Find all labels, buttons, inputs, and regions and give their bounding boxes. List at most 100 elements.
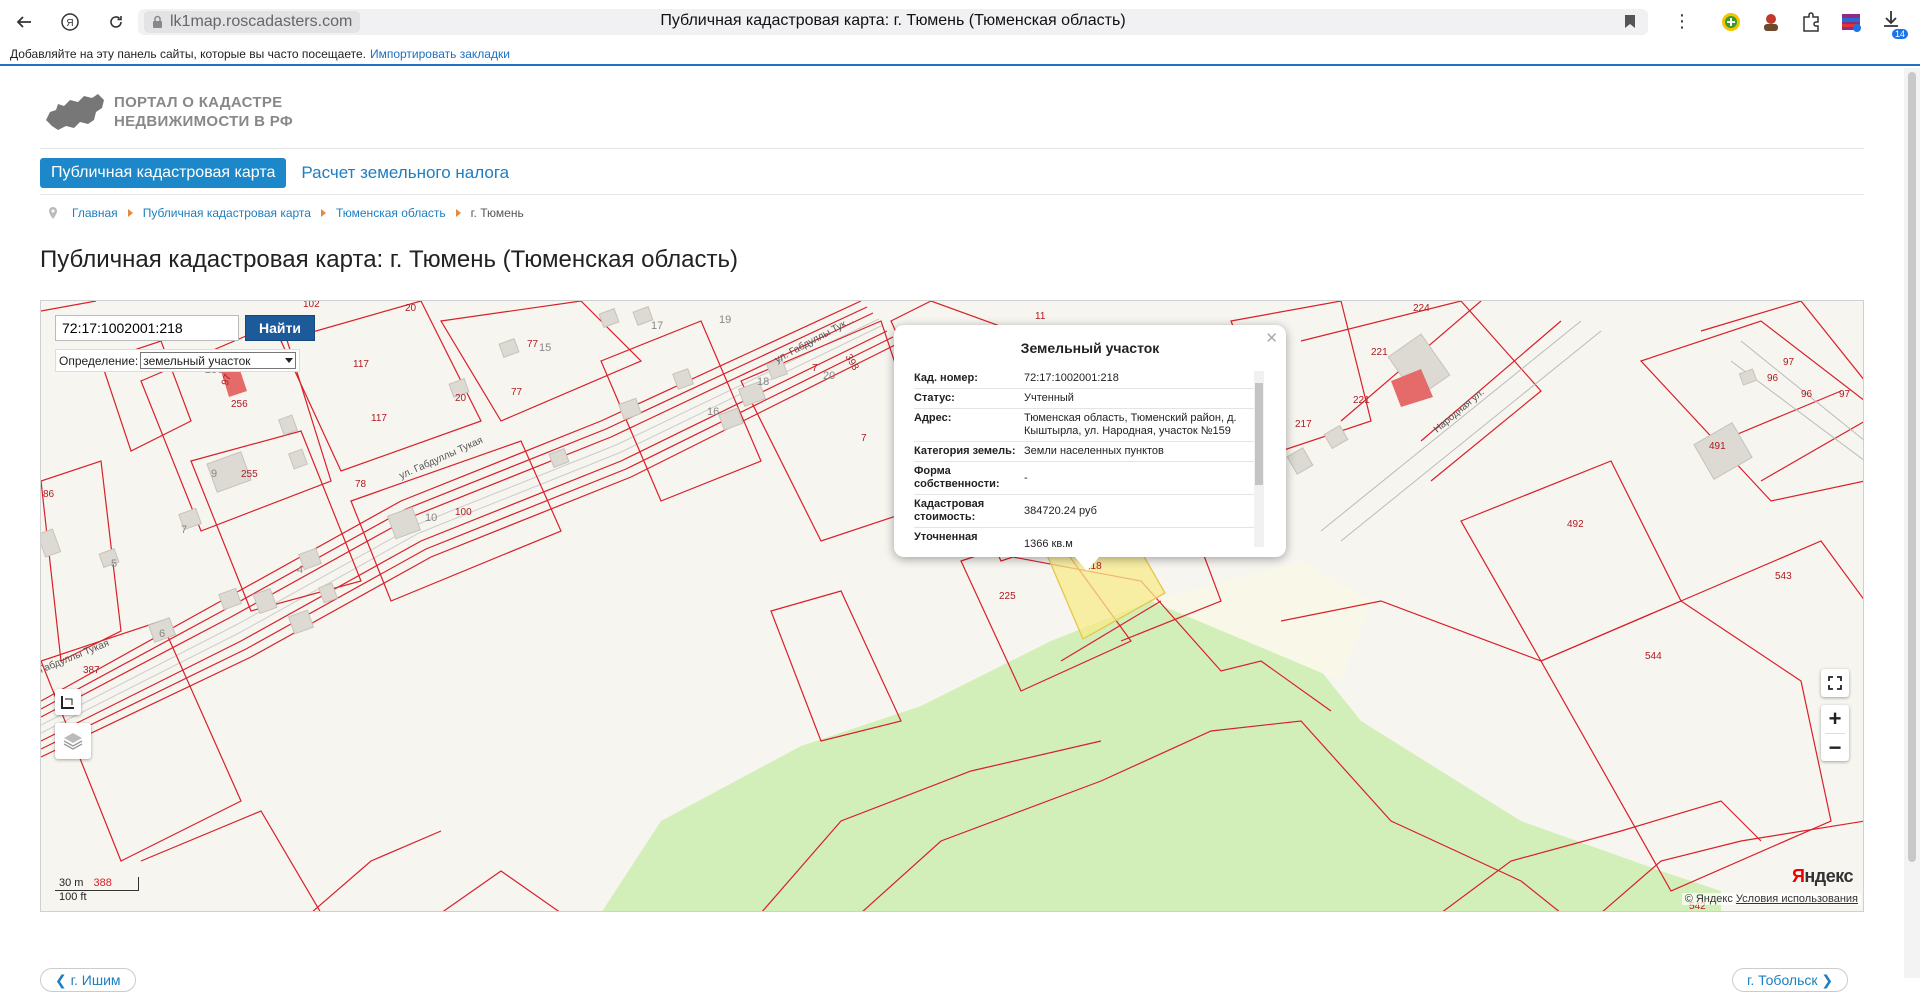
logo-line-1: ПОРТАЛ О КАДАСТРЕ	[114, 94, 283, 111]
page-scrollbar[interactable]	[1904, 68, 1920, 978]
parcel-label: 256	[231, 399, 248, 410]
breadcrumb-arrow-icon	[455, 209, 461, 217]
parcel-label: 78	[355, 479, 367, 490]
breadcrumb-region[interactable]: Тюменская область	[336, 206, 446, 220]
bookmark-icon[interactable]	[1624, 14, 1636, 29]
terms-link[interactable]: Условия использования	[1736, 893, 1858, 905]
layers-icon	[63, 733, 83, 750]
popup-scrollbar[interactable]	[1254, 371, 1264, 547]
building-number: 18	[757, 376, 769, 388]
building-number: 20	[823, 370, 835, 382]
street-label: Габдуллы Тукая	[41, 637, 111, 676]
info-key: Форма собственности:	[914, 465, 1000, 490]
parcel-label: 11	[1035, 311, 1046, 322]
breadcrumb-map[interactable]: Публичная кадастровая карта	[143, 206, 311, 220]
address-bar[interactable]: lk1map.roscadasters.com Публичная кадаст…	[138, 9, 1648, 35]
parcel-label: 388	[93, 877, 112, 889]
building-number: 15	[539, 342, 551, 354]
import-bookmarks-link[interactable]: Импортировать закладки	[370, 47, 510, 61]
info-row: Адрес: Тюменская область, Тюменский район…	[914, 409, 1264, 442]
extension-avatar-icon[interactable]	[1760, 11, 1782, 33]
info-value: 384720.24 руб	[1024, 504, 1097, 517]
parcel-label: 20	[405, 303, 417, 314]
page-title: Публичная кадастровая карта: г. Тюмень (…	[40, 246, 738, 273]
info-row: Категория земель: Земли населенных пункто…	[914, 442, 1264, 462]
info-value: 72:17:1002001:218	[1024, 372, 1119, 384]
parcel-label: 102	[303, 301, 320, 310]
parcel-label: 117	[353, 359, 369, 370]
back-icon[interactable]	[12, 10, 36, 34]
parcel-label: 96	[1767, 373, 1779, 384]
fullscreen-icon	[1828, 676, 1842, 690]
yandex-account-icon[interactable]: Я	[58, 10, 82, 34]
breadcrumb-home[interactable]: Главная	[72, 206, 118, 220]
download-icon	[1884, 11, 1898, 27]
info-key: Уточненная площадь:	[914, 531, 978, 547]
parcel-label: 544	[1645, 651, 1662, 662]
prev-city-link[interactable]: ❮ г. Ишим	[40, 968, 136, 992]
scale-imperial: 100 ft	[59, 891, 87, 903]
parcel-label: 7	[812, 363, 818, 374]
info-row: Уточненная площадь: 1366 кв.м	[914, 528, 1264, 547]
browser-toolbar: Я lk1map.roscadasters.com Публичная када…	[0, 0, 1920, 44]
info-value: Учтенный	[1024, 392, 1074, 404]
site-logo[interactable]: ПОРТАЛ О КАДАСТРЕ НЕДВИЖИМОСТИ В РФ	[44, 90, 293, 134]
layers-button[interactable]	[55, 723, 91, 759]
info-key: Категория земель:	[914, 445, 1016, 457]
parcel-label: 387	[83, 665, 100, 676]
tab-land-tax[interactable]: Расчет земельного налога	[301, 163, 509, 183]
svg-text:Я: Я	[66, 18, 73, 29]
yandex-logo-rest: ндекс	[1804, 866, 1853, 886]
zoom-control: + −	[1821, 705, 1849, 761]
building-number: 19	[719, 314, 731, 326]
scale-metric: 30 m	[59, 877, 84, 889]
building-number: 7	[181, 524, 187, 536]
building-number: 16	[707, 406, 719, 418]
cadastral-search-input[interactable]	[55, 315, 239, 341]
definition-box: Определение: земельный участок	[55, 349, 301, 372]
forest-area	[602, 601, 1721, 911]
info-key: Кад. номер:	[914, 372, 978, 384]
building-number: 6	[159, 628, 165, 640]
building-number: 4	[297, 564, 303, 576]
downloads-button[interactable]: 14	[1880, 8, 1908, 39]
chevron-down-icon	[285, 357, 294, 363]
cadastral-map[interactable]: 102 20 77 11 224 221 96 97 97 256 117 11…	[40, 300, 1864, 912]
info-row: Статус: Учтенный	[914, 389, 1264, 409]
info-value: -	[1024, 471, 1028, 484]
breadcrumb-arrow-icon	[320, 209, 326, 217]
parcel-label: 97	[1839, 389, 1851, 400]
tab-title: Публичная кадастровая карта: г. Тюмень (…	[660, 12, 1126, 29]
parcel-label: 225	[999, 591, 1016, 602]
parcel-label: 492	[1567, 519, 1584, 530]
ruler-button[interactable]	[55, 689, 81, 715]
building-number: 10	[425, 512, 437, 524]
tab-cadastral-map[interactable]: Публичная кадастровая карта	[40, 158, 287, 188]
search-button[interactable]: Найти	[245, 315, 315, 341]
building-number: 5	[111, 558, 117, 570]
parcel-label: 491	[1709, 441, 1726, 452]
fullscreen-button[interactable]	[1821, 669, 1849, 697]
next-city-link[interactable]: г. Тобольск ❯	[1732, 968, 1849, 992]
info-row: Форма собственности: -	[914, 462, 1264, 495]
extension-winrar-icon[interactable]	[1840, 11, 1862, 33]
definition-value: земельный участок	[143, 353, 251, 368]
bookmarks-hint: Добавляйте на эту панель сайты, которые …	[10, 47, 366, 61]
parcel-label: 97	[1783, 357, 1795, 368]
parcel-info-popup: ✕ Земельный участок Кад. номер: 72:17:100…	[894, 325, 1286, 571]
popup-title: Земельный участок	[1020, 340, 1160, 356]
search-box: Найти	[55, 315, 315, 341]
map-scale: 30 m 388 100 ft	[55, 877, 139, 905]
extension-green-plus-icon[interactable]	[1720, 11, 1742, 33]
zoom-in-button[interactable]: +	[1829, 705, 1842, 733]
street-label: Народная ул.	[1432, 387, 1487, 435]
building-number: 9	[211, 468, 217, 480]
main-nav: Публичная кадастровая карта Расчет земел…	[40, 158, 509, 188]
definition-select[interactable]: земельный участок	[140, 352, 297, 369]
info-value: Земли населенных пунктов	[1024, 445, 1164, 457]
info-value: Тюменская область, Тюменский район, д. К…	[1024, 412, 1237, 437]
reload-icon[interactable]	[104, 10, 128, 34]
menu-dots-icon[interactable]: ⋮	[1670, 10, 1694, 34]
extension-puzzle-icon[interactable]	[1800, 11, 1822, 33]
zoom-out-button[interactable]: −	[1829, 734, 1842, 761]
